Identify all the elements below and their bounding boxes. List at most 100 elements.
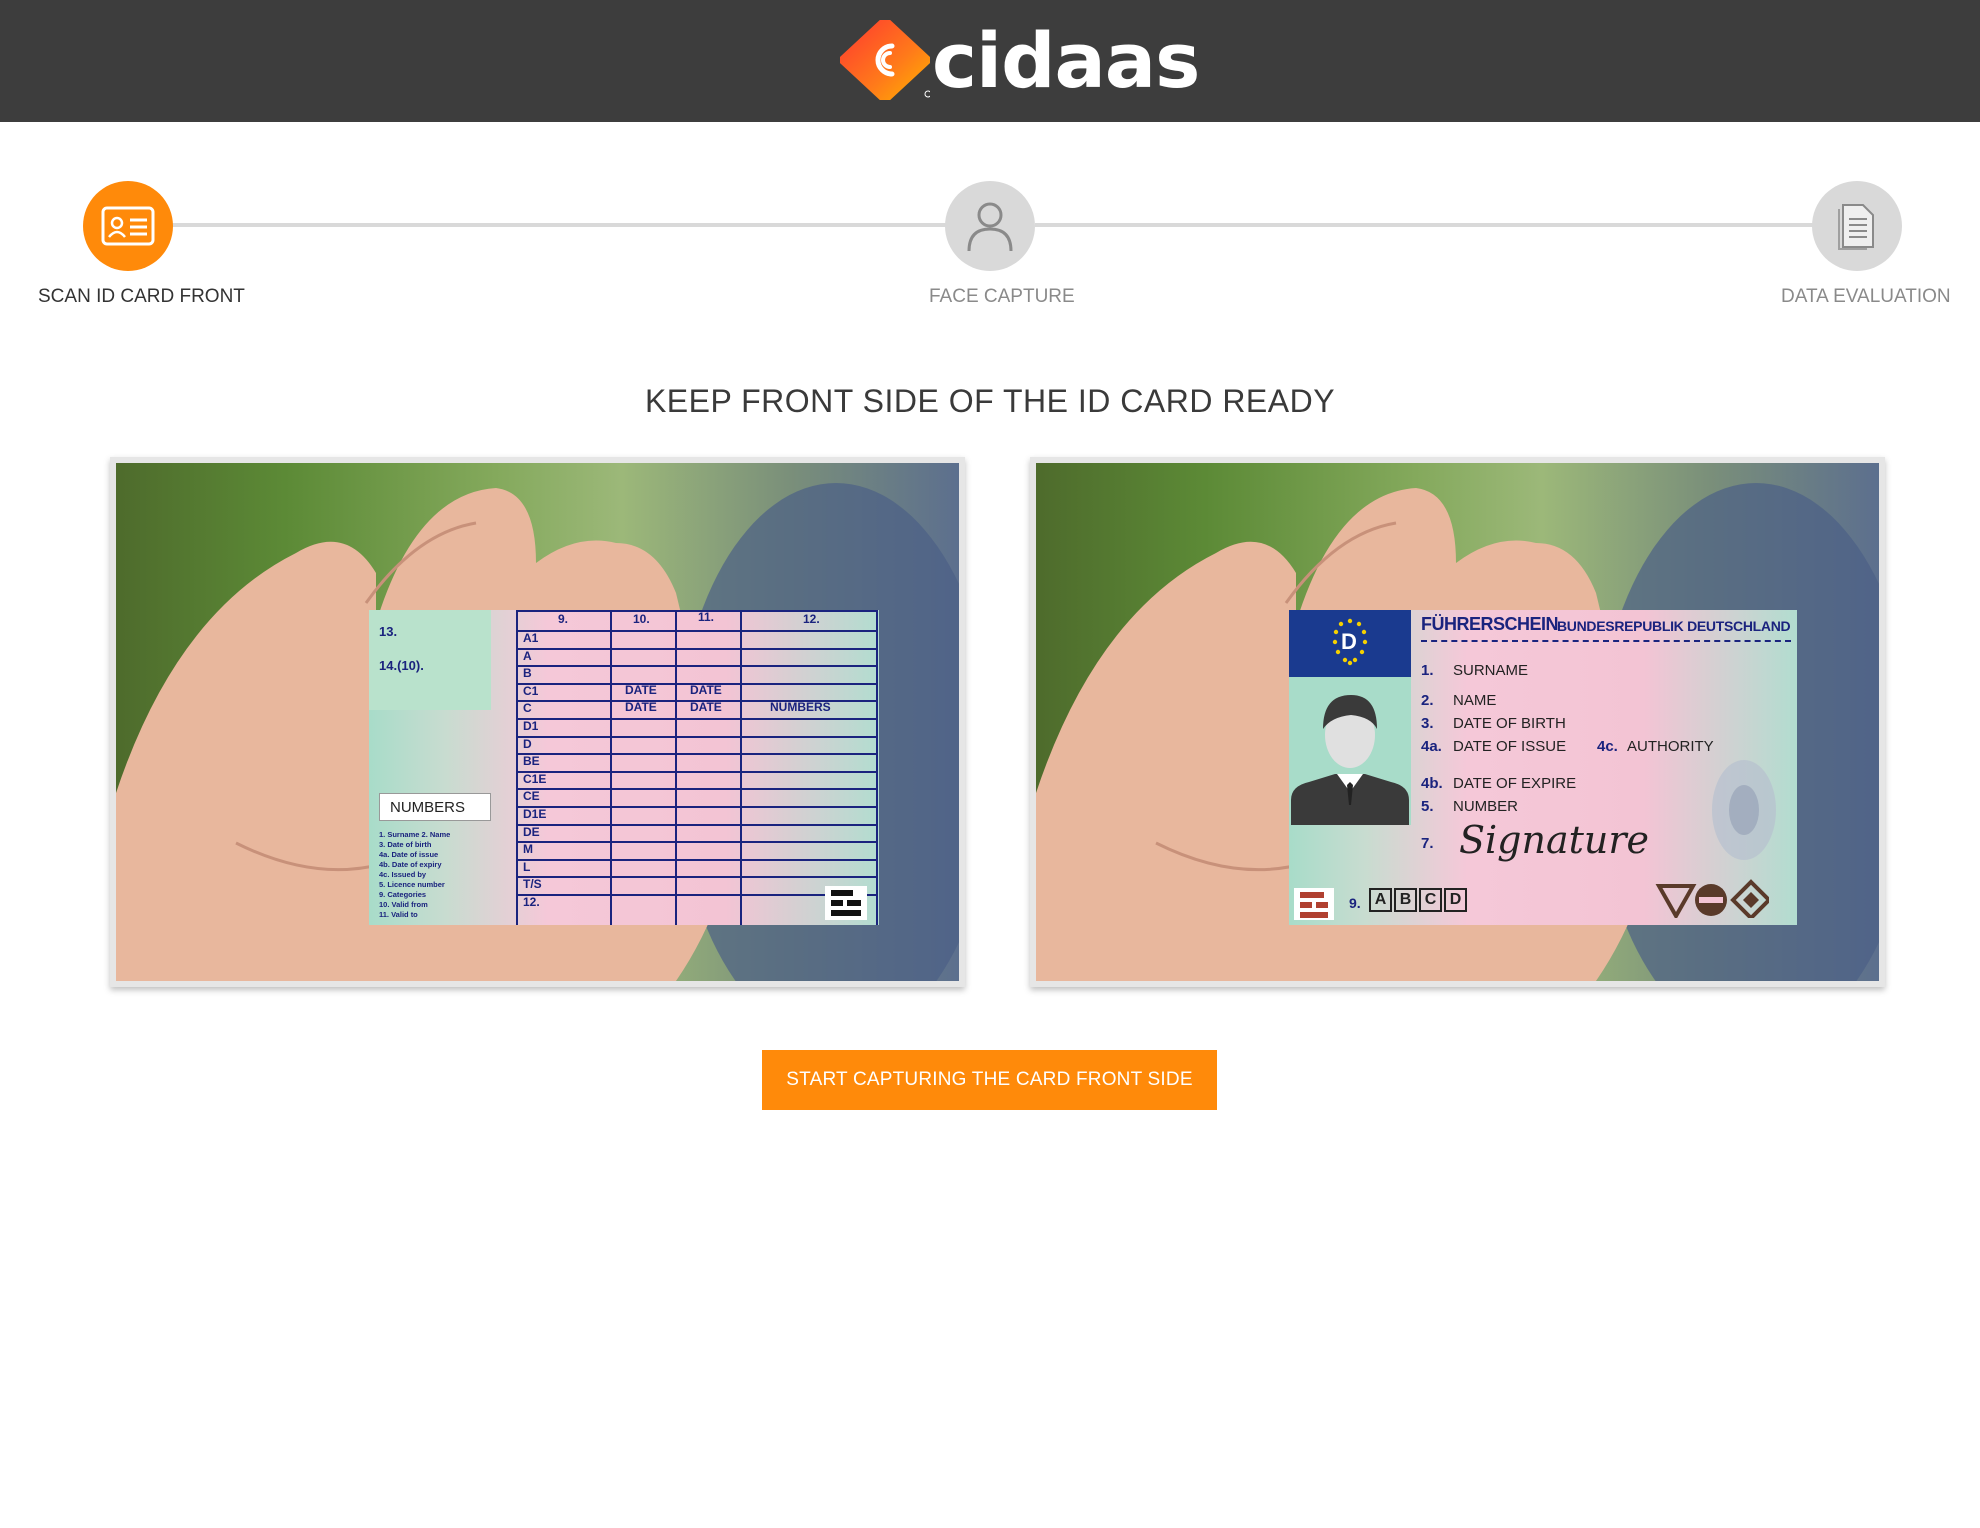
category-code: D1E [523,807,547,821]
category-code: 12. [523,895,540,909]
step-label-face-capture: FACE CAPTURE [929,286,1075,307]
person-icon [967,202,1013,252]
security-symbols-icon [1655,879,1769,918]
field-number: 5. [1421,798,1434,815]
chip-icon [1294,888,1334,920]
legend-line: 9. Categories [379,890,427,899]
page-title: KEEP FRONT SIDE OF THE ID CARD READY [644,383,1336,419]
step-connector-2 [1035,223,1815,227]
table-row-divider [518,647,878,650]
field-number: 2. [1421,692,1434,709]
field-label: DATE OF BIRTH [1453,715,1566,732]
category-code: T/S [523,877,542,892]
category-code: D [523,736,532,751]
field-number: 3. [1421,715,1434,732]
category-box: B [1394,888,1417,912]
example-photo-card-front: D FÜHRERSCHEIN BUNDESREPUBLIK DEUTSCHLAN… [1030,457,1885,987]
step-scan-id-front[interactable] [83,181,173,271]
title-divider [1421,640,1791,643]
table-row-divider [518,630,878,632]
field-label: NAME [1453,692,1497,709]
license-back-card: 13. 14.(10). NUMBERS 1. Surname 2. Name … [369,610,879,925]
numbers-box-label: NUMBERS [390,799,466,816]
legend-line: 3. Date of birth [379,840,432,849]
table-row-divider [518,770,878,773]
legend-line: 10. Valid from [379,900,428,909]
table-row-divider [518,718,878,720]
table-row-divider [518,665,878,668]
col-header-11: 11. [698,610,715,624]
barcode-icon [825,886,867,920]
card-legend: 1. Surname 2. Name 3. Date of birth 4a. … [379,830,489,920]
category-code: DE [523,824,540,839]
legend-line: 4a. Date of issue [379,850,439,859]
category-code: D1 [523,719,539,733]
table-row-divider [518,876,878,879]
example-photo-card-back: 13. 14.(10). NUMBERS 1. Surname 2. Name … [110,457,965,987]
top-bar: cidaas [0,0,1980,122]
table-row-divider [518,841,878,844]
field-number: 4c. [1597,738,1618,755]
date-label: DATE [690,683,722,697]
table-row-divider [518,682,878,685]
step-connector-1 [170,223,950,227]
start-capture-button[interactable]: START CAPTURING THE CARD FRONT SIDE [762,1050,1217,1110]
license-country: BUNDESREPUBLIK DEUTSCHLAND [1557,618,1791,634]
col-header-12: 12. [803,612,820,626]
category-code: M [523,842,533,857]
document-icon [1838,204,1874,250]
category-code: A1 [523,631,539,645]
col-header-10: 10. [633,612,650,626]
table-row-divider [518,806,878,808]
avatar-icon [1291,695,1409,825]
legend-line: 1. Surname 2. Name [379,830,451,839]
field-label: DATE OF ISSUE [1453,738,1567,755]
cidaas-logo[interactable]: cidaas [840,16,1200,105]
table-row-divider [518,700,878,703]
step-label-scan-id-front: SCAN ID CARD FRONT [38,286,245,307]
category-code: C1E [523,771,547,786]
table-row-divider [518,894,878,896]
field-label: SURNAME [1453,662,1529,679]
step-data-evaluation[interactable] [1812,181,1902,271]
date-label: DATE [625,683,657,697]
legend-line: 4b. Date of expiry [379,860,442,869]
table-row-divider [518,735,878,738]
photo-placeholder [1289,677,1411,825]
category-code: CE [523,789,540,804]
license-front-card: D FÜHRERSCHEIN BUNDESREPUBLIK DEUTSCHLAN… [1289,610,1797,925]
category-code: A [523,648,532,663]
cidaas-logo-mark-icon [840,20,930,100]
field-number: 7. [1421,835,1434,852]
id-card-icon [101,206,155,246]
hand-holding-card-image: 13. 14.(10). NUMBERS 1. Surname 2. Name … [116,463,959,981]
category-code: C [523,701,532,716]
category-box: A [1369,888,1392,912]
legend-line: 4c. Issued by [379,870,427,879]
hand-holding-card-image: D FÜHRERSCHEIN BUNDESREPUBLIK DEUTSCHLAN… [1036,463,1879,981]
step-face-capture[interactable] [945,181,1035,271]
col-header-9: 9. [558,612,569,626]
category-box: C [1419,888,1442,912]
field-number: 4a. [1421,738,1442,755]
eu-flag: D [1289,610,1411,677]
field-label: NUMBER [1453,798,1519,815]
legend-line: 11. Valid to [379,910,418,919]
category-box: D [1444,888,1467,912]
field-13-label: 13. [379,624,398,639]
table-row-divider [518,858,878,861]
signature-text: Signature [1459,818,1650,862]
field-14-label: 14.(10). [379,658,424,673]
field-number: 1. [1421,662,1434,679]
brand-name: cidaas [932,16,1200,105]
category-boxes: A B C D [1369,888,1467,912]
field-number: 4b. [1421,775,1443,792]
category-code: B [523,666,532,681]
step-label-data-evaluation: DATA EVALUATION [1781,286,1951,307]
field-label: DATE OF EXPIRE [1453,775,1577,792]
car-wheel-watermark-icon [1712,760,1776,860]
table-row-divider [518,823,878,826]
category-code: L [523,859,531,874]
category-code: BE [523,754,540,769]
field-9-label: 9. [1349,895,1361,911]
